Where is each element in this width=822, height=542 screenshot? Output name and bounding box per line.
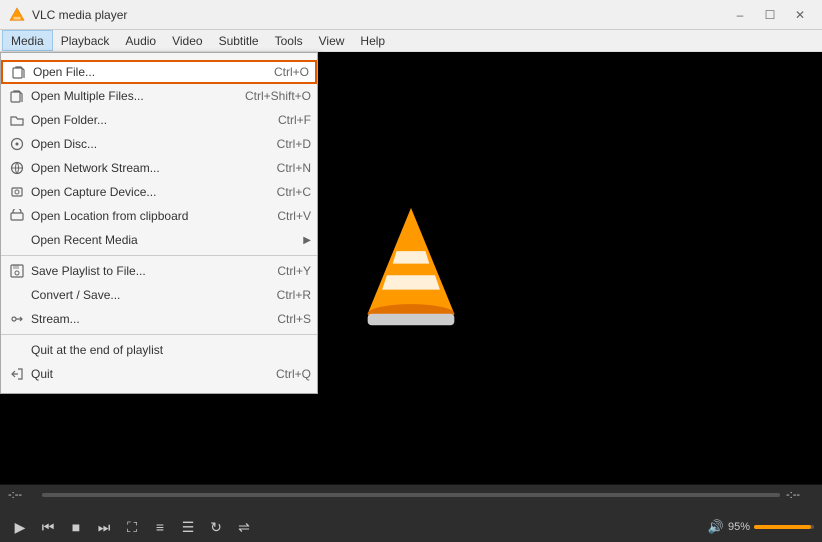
time-elapsed: -:-- — [8, 489, 36, 501]
volume-icon-button[interactable]: 🔊 — [708, 519, 724, 535]
menubar-item-video[interactable]: Video — [164, 30, 210, 51]
bottom-controls: -:-- -:-- ▶ ⏮ ■ ⏭ ⛶ ≡ ☰ ↻ ⇌ 🔊 95% — [0, 484, 822, 542]
convert-icon — [7, 285, 27, 305]
dropdown-item-quit[interactable]: Quit Ctrl+Q — [1, 362, 317, 386]
close-button[interactable]: ✕ — [786, 4, 814, 26]
quit-end-label: Quit at the end of playlist — [31, 343, 311, 357]
dropdown-item-save-playlist[interactable]: Save Playlist to File... Ctrl+Y — [1, 259, 317, 283]
controls-row: ▶ ⏮ ■ ⏭ ⛶ ≡ ☰ ↻ ⇌ 🔊 95% — [8, 516, 814, 538]
open-multiple-label: Open Multiple Files... — [31, 89, 225, 103]
dropdown-item-open-file[interactable]: Open File... Ctrl+O — [1, 60, 317, 84]
extended-button[interactable]: ≡ — [148, 516, 172, 538]
open-disc-shortcut: Ctrl+D — [277, 137, 311, 151]
open-network-label: Open Network Stream... — [31, 161, 257, 175]
convert-shortcut: Ctrl+R — [277, 288, 311, 302]
fullscreen-button[interactable]: ⛶ — [120, 516, 144, 538]
playlist-button[interactable]: ☰ — [176, 516, 200, 538]
open-file-icon — [9, 62, 29, 82]
dropdown-item-open-disc[interactable]: Open Disc... Ctrl+D — [1, 132, 317, 156]
quit-end-icon — [7, 340, 27, 360]
open-capture-shortcut: Ctrl+C — [277, 185, 311, 199]
random-button[interactable]: ⇌ — [232, 516, 256, 538]
menubar-item-audio[interactable]: Audio — [117, 30, 164, 51]
open-multiple-icon — [7, 86, 27, 106]
skip-forward-button[interactable]: ⏭ — [92, 516, 116, 538]
open-network-icon — [7, 158, 27, 178]
menubar-item-view[interactable]: View — [311, 30, 353, 51]
loop-button[interactable]: ↻ — [204, 516, 228, 538]
titlebar: VLC media player – ☐ ✕ — [0, 0, 822, 30]
open-file-shortcut: Ctrl+O — [274, 65, 309, 79]
stream-label: Stream... — [31, 312, 257, 326]
skip-back-button[interactable]: ⏮ — [36, 516, 60, 538]
open-capture-icon — [7, 182, 27, 202]
quit-icon — [7, 364, 27, 384]
open-location-label: Open Location from clipboard — [31, 209, 257, 223]
open-recent-icon — [7, 230, 27, 250]
stop-button[interactable]: ■ — [64, 516, 88, 538]
menubar-item-help[interactable]: Help — [352, 30, 393, 51]
save-playlist-shortcut: Ctrl+Y — [277, 264, 311, 278]
quit-label: Quit — [31, 367, 256, 381]
titlebar-left: VLC media player — [8, 6, 127, 24]
menubar: MediaPlaybackAudioVideoSubtitleToolsView… — [0, 30, 822, 52]
minimize-button[interactable]: – — [726, 4, 754, 26]
open-recent-arrow: ▶ — [303, 235, 311, 246]
vlc-logo-icon — [8, 6, 26, 24]
progress-row: -:-- -:-- — [8, 489, 814, 501]
volume-bar[interactable] — [754, 525, 814, 529]
stream-shortcut: Ctrl+S — [277, 312, 311, 326]
maximize-button[interactable]: ☐ — [756, 4, 784, 26]
open-folder-label: Open Folder... — [31, 113, 258, 127]
stream-icon — [7, 309, 27, 329]
open-capture-label: Open Capture Device... — [31, 185, 257, 199]
dropdown-item-open-capture[interactable]: Open Capture Device... Ctrl+C — [1, 180, 317, 204]
convert-label: Convert / Save... — [31, 288, 257, 302]
time-remaining: -:-- — [786, 489, 814, 501]
open-disc-label: Open Disc... — [31, 137, 257, 151]
open-location-shortcut: Ctrl+V — [277, 209, 311, 223]
open-location-icon — [7, 206, 27, 226]
save-playlist-label: Save Playlist to File... — [31, 264, 257, 278]
dropdown-item-convert[interactable]: Convert / Save... Ctrl+R — [1, 283, 317, 307]
menubar-item-media[interactable]: Media — [2, 30, 53, 51]
menubar-item-subtitle[interactable]: Subtitle — [211, 30, 267, 51]
open-folder-shortcut: Ctrl+F — [278, 113, 311, 127]
menubar-item-playback[interactable]: Playback — [53, 30, 118, 51]
dropdown-item-open-multiple[interactable]: Open Multiple Files... Ctrl+Shift+O — [1, 84, 317, 108]
progress-bar[interactable] — [42, 493, 780, 497]
volume-area: 🔊 95% — [708, 519, 814, 535]
dropdown-item-quit-end[interactable]: Quit at the end of playlist — [1, 338, 317, 362]
open-recent-label: Open Recent Media — [31, 233, 303, 247]
save-playlist-icon — [7, 261, 27, 281]
open-disc-icon — [7, 134, 27, 154]
volume-label: 95% — [728, 521, 750, 533]
volume-fill — [754, 525, 811, 529]
quit-shortcut: Ctrl+Q — [276, 367, 311, 381]
play-button[interactable]: ▶ — [8, 516, 32, 538]
media-dropdown: Open File... Ctrl+O Open Multiple Files...… — [0, 52, 318, 394]
window-title: VLC media player — [32, 8, 127, 22]
open-multiple-shortcut: Ctrl+Shift+O — [245, 89, 311, 103]
dropdown-item-open-network[interactable]: Open Network Stream... Ctrl+N — [1, 156, 317, 180]
dropdown-item-open-location[interactable]: Open Location from clipboard Ctrl+V — [1, 204, 317, 228]
dropdown-item-open-folder[interactable]: Open Folder... Ctrl+F — [1, 108, 317, 132]
open-folder-icon — [7, 110, 27, 130]
menubar-item-tools[interactable]: Tools — [267, 30, 311, 51]
dropdown-item-stream[interactable]: Stream... Ctrl+S — [1, 307, 317, 331]
open-file-label: Open File... — [33, 65, 254, 79]
main-area: Open File... Ctrl+O Open Multiple Files...… — [0, 52, 822, 484]
titlebar-controls: – ☐ ✕ — [726, 4, 814, 26]
open-network-shortcut: Ctrl+N — [277, 161, 311, 175]
vlc-cone-icon — [356, 203, 466, 333]
dropdown-item-open-recent[interactable]: Open Recent Media▶ — [1, 228, 317, 252]
